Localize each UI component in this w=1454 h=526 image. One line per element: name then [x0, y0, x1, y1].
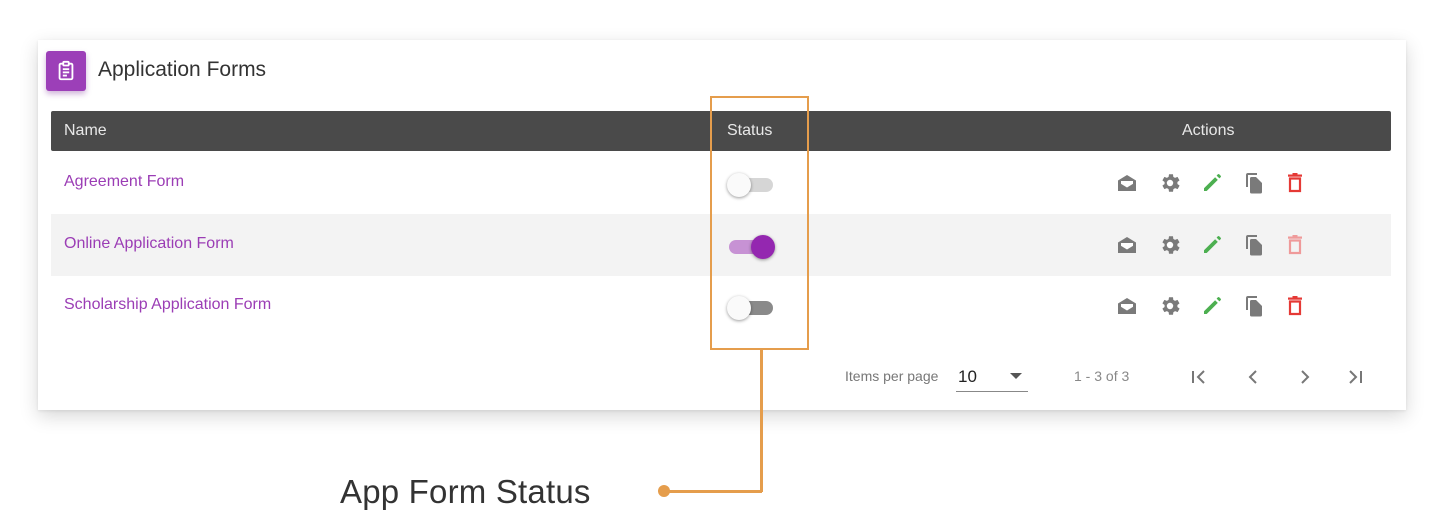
envelope-open-icon	[1118, 237, 1136, 253]
card-title: Application Forms	[98, 58, 267, 81]
pencil-icon	[1204, 174, 1221, 191]
settings-button[interactable]	[1158, 294, 1182, 318]
email-button[interactable]	[1115, 294, 1139, 318]
delete-button[interactable]	[1283, 294, 1307, 318]
copy-icon	[1246, 235, 1262, 256]
trash-icon	[1288, 173, 1302, 193]
first-page-icon	[1192, 370, 1205, 384]
clipboard-list-icon	[46, 51, 86, 91]
pencil-icon	[1204, 236, 1221, 253]
items-per-page-label: Items per page	[845, 368, 939, 384]
prev-page-button[interactable]	[1238, 362, 1268, 392]
callout-dot	[658, 485, 670, 497]
status-column-highlight	[710, 96, 809, 350]
copy-icon	[1246, 173, 1262, 194]
envelope-open-icon	[1118, 175, 1136, 191]
duplicate-button[interactable]	[1242, 233, 1266, 257]
trash-icon	[1288, 235, 1302, 255]
form-name-link[interactable]: Agreement Form	[64, 173, 184, 191]
next-page-button[interactable]	[1290, 362, 1320, 392]
next-page-icon	[1301, 370, 1310, 384]
gear-icon	[1162, 297, 1180, 315]
delete-button[interactable]	[1283, 171, 1307, 195]
settings-button[interactable]	[1158, 233, 1182, 257]
settings-button[interactable]	[1158, 171, 1182, 195]
paginator: Items per page 10 1 - 3 of 3	[38, 360, 1406, 400]
last-page-button[interactable]	[1340, 362, 1370, 392]
pencil-icon	[1204, 297, 1221, 314]
callout-connector	[668, 490, 762, 493]
prev-page-icon	[1248, 370, 1257, 384]
items-per-page-select[interactable]: 10	[956, 362, 1028, 392]
gear-icon	[1162, 174, 1180, 192]
copy-icon	[1246, 296, 1262, 317]
last-page-icon	[1349, 370, 1362, 384]
edit-button[interactable]	[1200, 233, 1224, 257]
column-header-name[interactable]: Name	[64, 122, 107, 140]
column-header-actions: Actions	[1182, 122, 1235, 139]
edit-button[interactable]	[1200, 294, 1224, 318]
edit-button[interactable]	[1200, 171, 1224, 195]
form-name-link[interactable]: Scholarship Application Form	[64, 296, 271, 314]
delete-button[interactable]	[1283, 233, 1307, 257]
form-name-link[interactable]: Online Application Form	[64, 235, 234, 253]
envelope-open-icon	[1118, 298, 1136, 314]
callout-connector	[760, 350, 763, 492]
items-per-page-value: 10	[958, 367, 977, 386]
range-label: 1 - 3 of 3	[1074, 368, 1130, 384]
trash-icon	[1288, 296, 1302, 316]
duplicate-button[interactable]	[1242, 294, 1266, 318]
callout-label: App Form Status	[340, 473, 591, 510]
first-page-button[interactable]	[1184, 362, 1214, 392]
gear-icon	[1162, 236, 1180, 254]
email-button[interactable]	[1115, 171, 1139, 195]
email-button[interactable]	[1115, 233, 1139, 257]
duplicate-button[interactable]	[1242, 171, 1266, 195]
chevron-down-icon	[1010, 373, 1022, 379]
